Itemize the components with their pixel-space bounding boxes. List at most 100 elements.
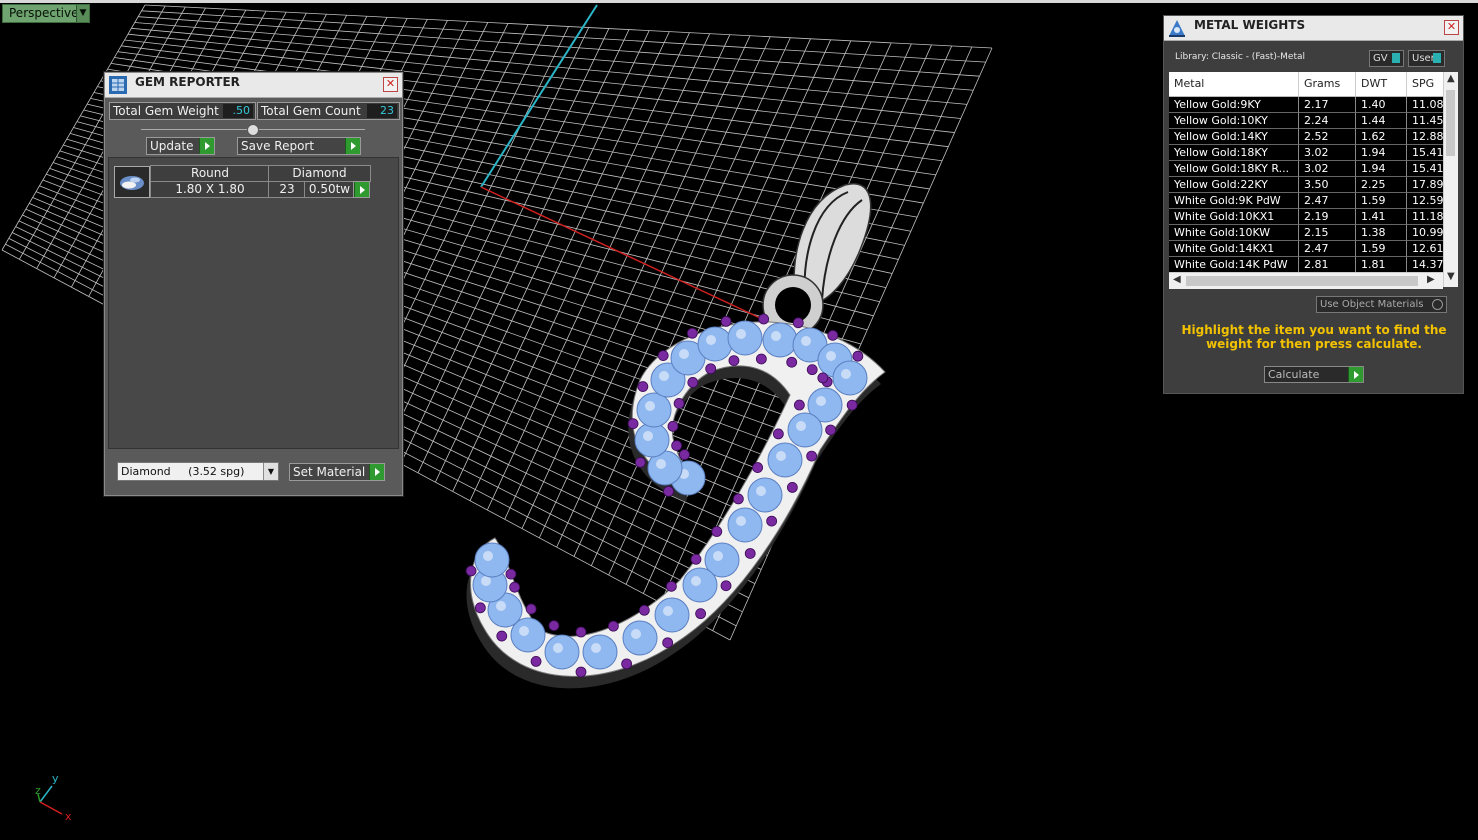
- user-label: User: [1412, 53, 1435, 64]
- metal-weights-title: METAL WEIGHTS: [1194, 18, 1306, 32]
- grams-value: 2.47: [1299, 193, 1356, 209]
- update-button[interactable]: Update: [146, 137, 215, 155]
- column-header-spg[interactable]: SPG: [1407, 72, 1443, 96]
- prong: [679, 449, 690, 461]
- gem-stone: [622, 620, 658, 656]
- column-header-dwt[interactable]: DWT: [1356, 72, 1407, 96]
- gem-stone: [582, 634, 618, 670]
- prong: [474, 602, 486, 614]
- metal-name: White Gold:10KW: [1169, 225, 1299, 241]
- prong: [744, 548, 756, 559]
- prong: [705, 363, 717, 375]
- metal-name: Yellow Gold:10KY: [1169, 113, 1299, 129]
- table-row[interactable]: Yellow Gold:14KY 2.52 1.62 12.88: [1169, 129, 1443, 145]
- prong: [621, 658, 633, 670]
- spg-value: 11.45: [1407, 113, 1443, 129]
- round-diamond-icon: [120, 176, 144, 190]
- prong: [772, 428, 784, 440]
- perspective-dropdown[interactable]: Perspective ▼: [2, 4, 90, 23]
- chevron-down-icon[interactable]: ▼: [1447, 271, 1455, 282]
- table-row[interactable]: White Gold:10KX1 2.19 1.41 11.18: [1169, 209, 1443, 225]
- table-row[interactable]: Yellow Gold:18KY R... 3.02 1.94 15.41: [1169, 161, 1443, 177]
- gem-thumbnail[interactable]: [114, 166, 150, 198]
- table-row[interactable]: Yellow Gold:18KY 3.02 1.94 15.41: [1169, 145, 1443, 161]
- metal-weights-panel: METAL WEIGHTS ✕ Library: Classic - (Fast…: [1163, 15, 1464, 394]
- table-row[interactable]: Yellow Gold:10KY 2.24 1.44 11.45: [1169, 113, 1443, 129]
- grams-value: 2.19: [1299, 209, 1356, 225]
- prong: [817, 372, 829, 384]
- gem-highlight: [841, 369, 851, 379]
- spg-value: 12.59: [1407, 193, 1443, 209]
- grams-value: 2.47: [1299, 241, 1356, 257]
- chevron-left-icon[interactable]: ◀: [1173, 274, 1181, 285]
- chevron-up-icon[interactable]: ▲: [1447, 73, 1455, 84]
- save-report-button[interactable]: Save Report: [237, 137, 361, 155]
- close-icon[interactable]: ✕: [383, 77, 398, 92]
- axis-label-y: y: [52, 772, 59, 785]
- metal-name: White Gold:9K PdW: [1169, 193, 1299, 209]
- prong: [530, 655, 542, 667]
- gem-highlight: [679, 349, 689, 359]
- axis-gizmo: y x z: [35, 772, 72, 823]
- table-row[interactable]: White Gold:14K PdW 2.81 1.81 14.37: [1169, 257, 1443, 273]
- gem-stone: [636, 392, 672, 428]
- gem-reporter-titlebar[interactable]: GEM REPORTER ✕: [105, 73, 402, 98]
- prong: [720, 315, 732, 327]
- table-row[interactable]: Yellow Gold:22KY 3.50 2.25 17.89: [1169, 177, 1443, 193]
- table-row[interactable]: White Gold:9K PdW 2.47 1.59 12.59: [1169, 193, 1443, 209]
- prong: [525, 603, 537, 615]
- save-report-label: Save Report: [241, 139, 315, 153]
- gem-highlight: [553, 643, 563, 653]
- dwt-value: 1.44: [1356, 113, 1407, 129]
- table-row[interactable]: Yellow Gold:9KY 2.17 1.40 11.08: [1169, 97, 1443, 113]
- prong: [695, 608, 707, 620]
- spg-value: 12.61: [1407, 241, 1443, 257]
- prong: [728, 355, 740, 367]
- table-row[interactable]: White Gold:10KW 2.15 1.38 10.99: [1169, 225, 1443, 241]
- update-label: Update: [150, 139, 194, 153]
- prong: [806, 450, 818, 462]
- gem-highlight: [771, 331, 781, 341]
- scroll-thumb[interactable]: [1446, 90, 1455, 156]
- prong: [465, 565, 477, 577]
- play-icon: [1348, 367, 1363, 382]
- metal-weights-table[interactable]: Metal Grams DWT SPG Yellow Gold:9KY 2.17 1…: [1169, 72, 1443, 287]
- prong: [575, 626, 587, 638]
- gem-highlight: [496, 601, 506, 611]
- metal-weights-titlebar[interactable]: METAL WEIGHTS ✕: [1164, 16, 1463, 41]
- user-toggle[interactable]: User: [1408, 50, 1445, 67]
- gem-highlight: [643, 431, 653, 441]
- metal-name: White Gold:14KX1: [1169, 241, 1299, 257]
- gem-highlight: [483, 551, 493, 561]
- prong: [752, 462, 764, 473]
- chevron-right-icon[interactable]: ▶: [1427, 274, 1435, 285]
- prong: [671, 440, 683, 451]
- vertical-scrollbar[interactable]: ▲ ▼: [1443, 72, 1458, 287]
- horizontal-scrollbar[interactable]: ◀ ▶: [1169, 272, 1443, 289]
- play-icon: [345, 138, 360, 154]
- close-icon[interactable]: ✕: [1444, 20, 1459, 35]
- calculate-button[interactable]: Calculate: [1264, 366, 1364, 383]
- material-select[interactable]: Diamond (3.52 spg) ▼: [117, 462, 279, 481]
- gv-label: GV: [1373, 53, 1388, 64]
- prong: [662, 637, 674, 649]
- gem-stone: [727, 507, 763, 543]
- prong: [690, 553, 702, 565]
- column-header-metal[interactable]: Metal: [1169, 72, 1299, 96]
- gem-size: 1.80 X 1.80: [150, 181, 270, 198]
- grams-value: 3.02: [1299, 145, 1356, 161]
- metal-name: White Gold:10KX1: [1169, 209, 1299, 225]
- table-row[interactable]: White Gold:14KX1 2.47 1.59 12.61: [1169, 241, 1443, 257]
- total-gem-weight-label: Total Gem Weight: [113, 104, 219, 118]
- splitter-handle[interactable]: [247, 124, 259, 136]
- gem-stone: [767, 442, 803, 478]
- column-header-grams[interactable]: Grams: [1299, 72, 1356, 96]
- set-material-button[interactable]: Set Material: [289, 463, 385, 481]
- scroll-thumb[interactable]: [1186, 276, 1418, 286]
- use-object-materials-option[interactable]: Use Object Materials: [1316, 296, 1447, 313]
- prong: [673, 398, 685, 409]
- gem-stone: [832, 360, 868, 396]
- gv-toggle[interactable]: GV: [1369, 50, 1404, 67]
- gem-detail-button[interactable]: [353, 181, 370, 198]
- gem-stone: [727, 320, 763, 356]
